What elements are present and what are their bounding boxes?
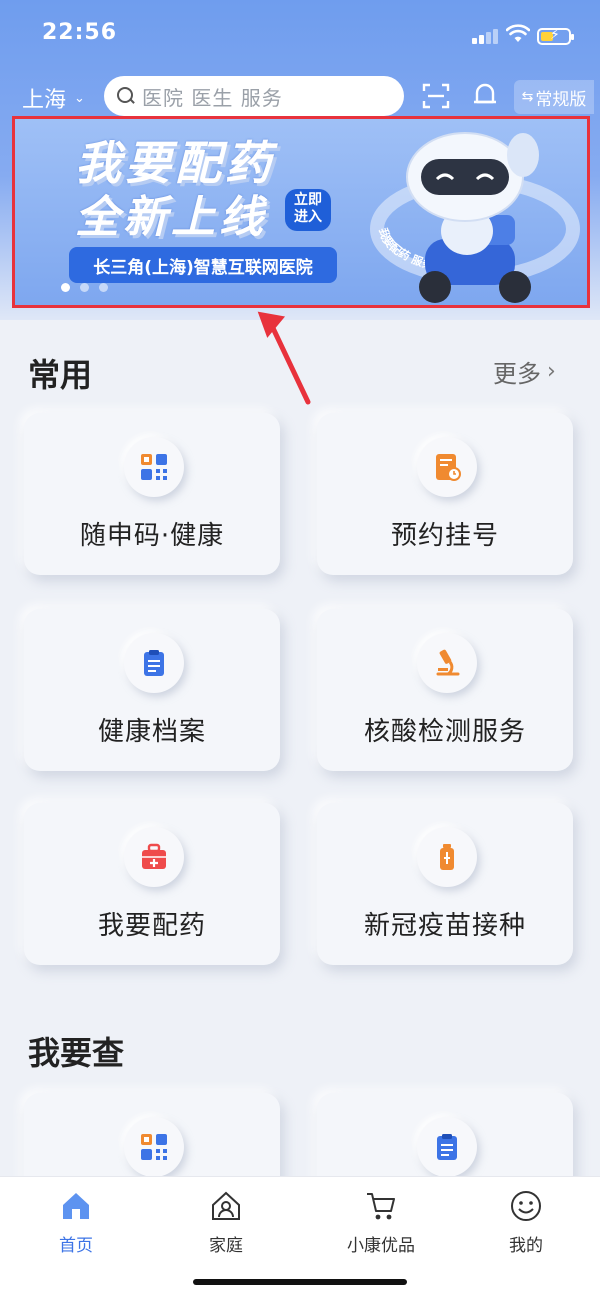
card-health-records[interactable]: 健康档案 (24, 609, 280, 771)
tab-profile[interactable]: 我的 (476, 1185, 576, 1256)
status-time: 22:56 (42, 20, 118, 45)
status-bar: 22:56 ⚡ (0, 0, 600, 70)
qr-code-icon (124, 1117, 184, 1177)
vaccine-icon (417, 827, 477, 887)
bell-icon[interactable] (470, 80, 500, 110)
carousel-indicator[interactable] (61, 283, 108, 292)
banner-title-line2: 全新上线 (75, 192, 267, 243)
tab-shop[interactable]: 小康优品 (331, 1185, 431, 1256)
more-link[interactable]: 更多 › (493, 354, 556, 389)
cart-icon (367, 1193, 395, 1220)
carousel-dot[interactable] (61, 283, 70, 292)
switch-arrows-icon: ⇆ (521, 89, 534, 105)
enter-now-badge[interactable]: 立即 进入 (285, 189, 331, 231)
card-appointment[interactable]: 预约挂号 (317, 413, 573, 575)
more-label: 更多 (493, 360, 541, 388)
tab-label: 家庭 (209, 1236, 243, 1256)
carousel-dot[interactable] (80, 283, 89, 292)
card-label: 新冠疫苗接种 (363, 911, 526, 941)
annotation-arrow (257, 311, 311, 405)
mode-switch-button[interactable]: ⇆ 常规版 (514, 80, 594, 114)
tab-label: 小康优品 (347, 1236, 415, 1256)
card-label: 健康档案 (97, 717, 206, 747)
card-vaccine[interactable]: 新冠疫苗接种 (317, 803, 573, 965)
chevron-down-icon: ⌄ (74, 90, 85, 106)
robot-scooter-illustration: 我要配药 服务全新上线 (370, 132, 580, 303)
top-nav: 上海 ⌄ 医院 医生 服务 ⇆ 常规版 (0, 72, 600, 162)
home-indicator (193, 1279, 407, 1285)
appointment-icon (417, 437, 477, 497)
smiley-icon (511, 1191, 541, 1221)
mode-label: 常规版 (535, 89, 587, 110)
home-icon (63, 1193, 89, 1219)
search-placeholder: 医院 医生 服务 (142, 85, 283, 110)
microscope-icon (417, 633, 477, 693)
section-title-common: 常用 (28, 356, 93, 394)
card-nucleic-test[interactable]: 核酸检测服务 (317, 609, 573, 771)
clipboard-icon (417, 1117, 477, 1177)
search-bar[interactable]: 医院 医生 服务 (104, 76, 404, 116)
card-label: 随申码·健康 (79, 521, 225, 551)
section-title-query: 我要查 (28, 1034, 125, 1072)
search-icon (116, 86, 136, 106)
wifi-icon (506, 24, 530, 42)
carousel-dot[interactable] (99, 283, 108, 292)
card-label: 核酸检测服务 (363, 717, 526, 747)
tab-home[interactable]: 首页 (26, 1185, 126, 1256)
city-selector[interactable]: 上海 ⌄ (22, 82, 85, 114)
family-icon (212, 1191, 240, 1220)
scan-icon[interactable] (422, 82, 450, 110)
hospital-name-pill: 长三角(上海)智慧互联网医院 (69, 247, 337, 283)
card-medicine[interactable]: 我要配药 (24, 803, 280, 965)
medicine-box-icon (124, 827, 184, 887)
clipboard-icon (124, 633, 184, 693)
cellular-signal-icon (472, 28, 500, 44)
tab-label: 我的 (509, 1236, 543, 1256)
tab-label: 首页 (59, 1236, 93, 1256)
tab-family[interactable]: 家庭 (176, 1185, 276, 1256)
card-label: 我要配药 (97, 911, 206, 941)
battery-icon: ⚡ (537, 27, 574, 45)
chevron-right-icon: › (547, 359, 556, 384)
card-health-code[interactable]: 随申码·健康 (24, 413, 280, 575)
promo-banner[interactable]: 我要配药 全新上线 立即 进入 长三角(上海)智慧互联网医院 我要配药 服务全新… (12, 116, 590, 308)
card-label: 预约挂号 (390, 521, 499, 551)
qr-code-icon (124, 437, 184, 497)
city-label: 上海 (22, 88, 67, 113)
